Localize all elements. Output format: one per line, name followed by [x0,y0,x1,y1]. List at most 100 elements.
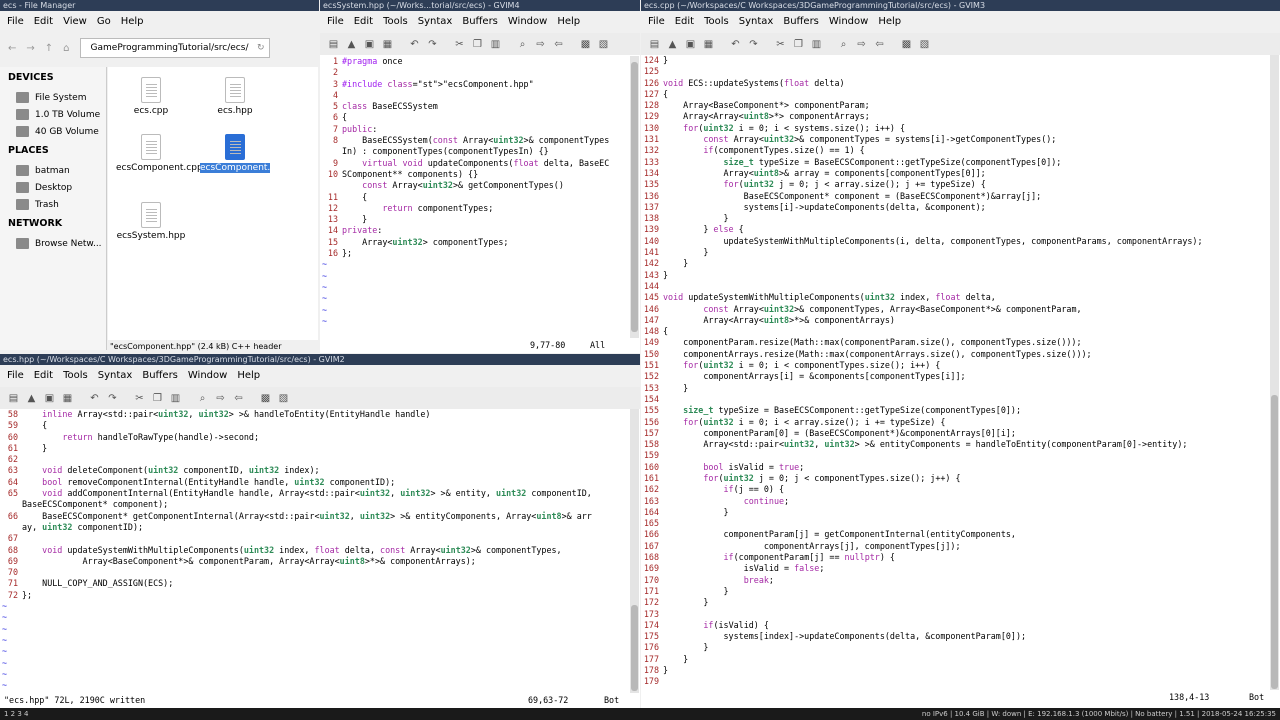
paste-icon[interactable]: ▥ [809,37,824,52]
forward-icon[interactable]: ⇨ [533,37,548,52]
menu-item[interactable]: Window [183,365,232,387]
folder-open-icon[interactable]: ▤ [6,391,21,406]
sidebar-item[interactable]: 1.0 TB Volume [0,106,106,123]
cut-icon[interactable]: ✂ [452,37,467,52]
file-item[interactable]: ecsSystem.hpp [116,202,186,241]
menu-item[interactable]: Edit [670,11,699,33]
file-item[interactable]: ecsComponent.cpp [116,134,203,173]
code-line: 165 [643,518,659,529]
folder-open-icon[interactable]: ▤ [326,37,341,52]
menu-item[interactable]: Syntax [413,11,458,33]
file-item-selected[interactable]: ecsComponent.hpp [200,134,287,173]
home-icon[interactable]: ⌂ [63,43,69,54]
code-line: BaseECSComponent* component); [22,499,169,510]
find-icon[interactable]: ⌕ [836,37,851,52]
menu-item[interactable]: Syntax [93,365,138,387]
sidebar-item[interactable]: Browse Netw... [0,235,106,252]
code-editor[interactable]: 124} 125 126 void ECS::updateSystems(float … [641,55,1270,691]
menu-item[interactable]: View [58,11,92,33]
menu-item[interactable]: Edit [349,11,378,33]
find-icon[interactable]: ⌕ [515,37,530,52]
back-icon[interactable]: ⇦ [231,391,246,406]
sidebar-item[interactable]: File System [0,89,106,106]
run-icon[interactable]: ▧ [276,391,291,406]
save-icon[interactable]: ▣ [683,37,698,52]
save-all-icon[interactable]: ▦ [701,37,716,52]
menu-item[interactable]: Tools [58,365,93,387]
menu-item[interactable]: Buffers [778,11,824,33]
menu-item[interactable]: Window [824,11,873,33]
upload-icon[interactable]: ▲ [24,391,39,406]
back-arrow-icon[interactable]: ← [8,43,16,54]
undo-icon[interactable]: ↶ [87,391,102,406]
copy-icon[interactable]: ❐ [150,391,165,406]
up-arrow-icon[interactable]: ↑ [45,43,53,54]
forward-icon[interactable]: ⇨ [854,37,869,52]
menu-item[interactable]: Help [116,11,149,33]
sidebar-item[interactable]: Trash [0,196,106,213]
build-icon[interactable]: ▩ [258,391,273,406]
scrollbar[interactable] [1270,55,1279,691]
menu-item[interactable]: Window [503,11,552,33]
run-icon[interactable]: ▧ [917,37,932,52]
paste-icon[interactable]: ▥ [488,37,503,52]
undo-icon[interactable]: ↶ [407,37,422,52]
file-item[interactable]: ecs.cpp [116,77,186,116]
forward-arrow-icon[interactable]: → [26,43,34,54]
reload-icon[interactable]: ↻ [257,39,269,57]
menu-item[interactable]: File [643,11,670,33]
copy-icon[interactable]: ❐ [470,37,485,52]
code-line: 72}; [7,589,33,600]
menu-item[interactable]: File [322,11,349,33]
scrollbar[interactable] [630,56,639,338]
code-editor[interactable]: 58 inline Array<std::pair<uint32, uint32… [0,409,630,693]
code-line: 13 } [327,214,368,225]
code-editor[interactable]: 1 #pragma once 2 3 #include class="st">"ecsC… [320,56,630,338]
cut-icon[interactable]: ✂ [132,391,147,406]
save-icon[interactable]: ▣ [42,391,57,406]
save-all-icon[interactable]: ▦ [380,37,395,52]
copy-icon[interactable]: ❐ [791,37,806,52]
sidebar-item[interactable]: batman [0,162,106,179]
folder-open-icon[interactable]: ▤ [647,37,662,52]
save-all-icon[interactable]: ▦ [60,391,75,406]
build-icon[interactable]: ▩ [578,37,593,52]
code-line: 58 inline Array<std::pair<uint32, uint32… [7,409,431,419]
menu-item[interactable]: File [2,365,29,387]
menu-item[interactable]: Help [232,365,265,387]
drive-icon [16,92,29,103]
path-bar[interactable]: GameProgrammingTutorial/src/ecs/↻ [79,38,270,58]
build-icon[interactable]: ▩ [899,37,914,52]
file-item[interactable]: ecs.hpp [200,77,270,116]
save-icon[interactable]: ▣ [362,37,377,52]
redo-icon[interactable]: ↷ [746,37,761,52]
redo-icon[interactable]: ↷ [425,37,440,52]
run-icon[interactable]: ▧ [596,37,611,52]
back-icon[interactable]: ⇦ [551,37,566,52]
back-icon[interactable]: ⇦ [872,37,887,52]
menu-item[interactable]: Help [552,11,585,33]
menu-item[interactable]: Edit [29,11,58,33]
undo-icon[interactable]: ↶ [728,37,743,52]
menu-item[interactable]: Syntax [734,11,779,33]
forward-icon[interactable]: ⇨ [213,391,228,406]
cut-icon[interactable]: ✂ [773,37,788,52]
workspace-list[interactable]: 1 2 3 4 [0,710,29,718]
paste-icon[interactable]: ▥ [168,391,183,406]
redo-icon[interactable]: ↷ [105,391,120,406]
code-line: 178} [643,665,669,676]
sidebar-item[interactable]: Desktop [0,179,106,196]
sidebar-item[interactable]: 40 GB Volume [0,123,106,140]
menu-item[interactable]: Buffers [457,11,503,33]
menu-item[interactable]: Tools [378,11,413,33]
upload-icon[interactable]: ▲ [665,37,680,52]
menu-item[interactable]: File [2,11,29,33]
menu-item[interactable]: Buffers [137,365,183,387]
menu-item[interactable]: Go [92,11,116,33]
menu-item[interactable]: Edit [29,365,58,387]
upload-icon[interactable]: ▲ [344,37,359,52]
menu-item[interactable]: Help [873,11,906,33]
find-icon[interactable]: ⌕ [195,391,210,406]
menu-item[interactable]: Tools [699,11,734,33]
scrollbar[interactable] [630,409,639,693]
